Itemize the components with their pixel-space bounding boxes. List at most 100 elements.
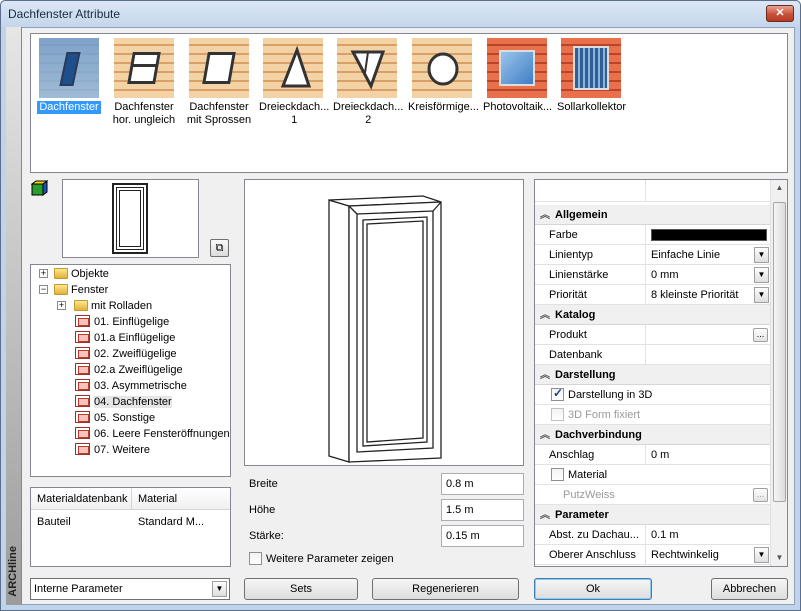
regenerieren-button[interactable]: Regenerieren [372, 578, 519, 600]
scroll-thumb[interactable] [773, 202, 786, 502]
checkbox-disabled[interactable] [551, 408, 564, 421]
property-farbe[interactable]: Farbe [535, 225, 771, 245]
dropdown-arrow-icon[interactable]: ▼ [754, 287, 769, 303]
property-datenbank[interactable]: Datenbank [535, 345, 771, 365]
window-icon [75, 363, 90, 375]
hoehe-input[interactable]: 1.5 m [441, 499, 524, 521]
tree-item-dachfenster[interactable]: 04. Dachfenster [75, 394, 172, 410]
triangle-roof-window-1-icon [263, 38, 323, 98]
category-katalog[interactable]: ︽ Katalog [535, 305, 771, 325]
tree-item-asymmetrische[interactable]: 03. Asymmetrische [75, 378, 187, 394]
collapse-chevron-icon[interactable]: ︽ [540, 366, 550, 381]
gallery-item-mit-sprossen[interactable]: Dachfenster mit Sprossen [183, 38, 255, 127]
collapse-icon[interactable]: − [39, 285, 48, 294]
ok-button[interactable]: Ok [534, 578, 652, 600]
gallery-label: Sollarkollektor [557, 101, 627, 113]
category-allgemein[interactable]: ︽ Allgemein [535, 205, 771, 225]
brand-label: ARCHline [7, 546, 19, 597]
property-putzweiss[interactable]: PutzWeiss ... [535, 485, 771, 505]
dropdown-arrow-icon[interactable]: ▼ [754, 247, 769, 263]
property-prioritaet[interactable]: Priorität 8 kleinste Priorität ▼ [535, 285, 771, 305]
dropdown-arrow-icon[interactable]: ▼ [754, 267, 769, 283]
column-header-material[interactable]: Material [132, 488, 230, 510]
window-icon [75, 347, 90, 359]
staerke-input[interactable]: 0.15 m [441, 525, 524, 547]
property-produkt[interactable]: Produkt ... [535, 325, 771, 345]
property-anschlag[interactable]: Anschlag 0 m [535, 445, 771, 465]
category-dachverbindung[interactable]: ︽ Dachverbindung [535, 425, 771, 445]
ellipsis-button[interactable]: ... [753, 488, 768, 502]
gallery-label: Photovoltaik... [483, 101, 553, 113]
close-icon: ✕ [775, 7, 785, 19]
property-scrollbar[interactable]: ▲ ▼ [770, 180, 787, 566]
expand-icon[interactable]: + [39, 269, 48, 278]
gallery-item-photovoltaik[interactable]: Photovoltaik... [481, 38, 553, 114]
catalog-tree: + Objekte − Fenster + mit Rolladen 01. E… [30, 264, 231, 477]
gallery-label: Dachfenster mit Sprossen [186, 101, 252, 126]
category-darstellung[interactable]: ︽ Darstellung [535, 365, 771, 385]
gallery-item-dreieck-2[interactable]: Dreieckdach... 2 [331, 38, 403, 127]
dropdown-arrow-icon[interactable]: ▼ [212, 581, 227, 597]
ellipsis-button[interactable]: ... [753, 328, 768, 342]
more-params-checkbox[interactable]: Weitere Parameter zeigen [249, 552, 394, 565]
scroll-down-icon[interactable]: ▼ [772, 550, 787, 566]
3d-cube-icon[interactable] [30, 180, 49, 197]
scroll-up-icon[interactable]: ▲ [772, 180, 787, 196]
gallery-item-sollarkollektor[interactable]: Sollarkollektor [555, 38, 627, 114]
property-darstellung-3d[interactable]: Darstellung in 3D [535, 385, 771, 405]
gallery-item-hor-ungleich[interactable]: Dachfenster hor. ungleich [108, 38, 180, 127]
category-parameter[interactable]: ︽ Parameter [535, 505, 771, 525]
color-swatch[interactable] [651, 229, 767, 241]
gallery-item-dachfenster[interactable]: Dachfenster [33, 38, 105, 114]
tree-item-weitere[interactable]: 07. Weitere [75, 442, 150, 458]
property-3d-form-fixiert[interactable]: 3D Form fixiert [535, 405, 771, 425]
property-abstand-dachau[interactable]: Abst. zu Dachau... 0.1 m [535, 525, 771, 545]
circular-roof-window-icon [412, 38, 472, 98]
view-toggle-button[interactable]: ⧉ [210, 239, 229, 257]
3d-preview-viewport[interactable] [244, 179, 524, 466]
breite-label: Breite [249, 478, 278, 490]
roof-window-horizontal-uneven-icon [114, 38, 174, 98]
gallery-label: Dreieckdach... 2 [333, 101, 404, 126]
collapse-chevron-icon[interactable]: ︽ [540, 206, 550, 221]
dropdown-arrow-icon[interactable]: ▼ [754, 547, 769, 563]
gallery-label: Kreisförmige... [408, 101, 479, 113]
property-material[interactable]: Material [535, 465, 771, 485]
tree-item-einfluegelige-a[interactable]: 01.a Einflügelige [75, 330, 175, 346]
sets-button[interactable]: Sets [244, 578, 358, 600]
parameter-source-select[interactable]: Interne Parameter ▼ [30, 578, 230, 600]
tree-item-einfluegelige[interactable]: 01. Einflügelige [75, 314, 169, 330]
property-linientyp[interactable]: Linientyp Einfache Linie ▼ [535, 245, 771, 265]
collapse-chevron-icon[interactable]: ︽ [540, 506, 550, 521]
property-oberer-anschluss[interactable]: Oberer Anschluss Rechtwinkelig ▼ [535, 545, 771, 565]
tree-item-zweifluegelige[interactable]: 02. Zweiflügelige [75, 346, 177, 362]
photovoltaic-panel-icon [487, 38, 547, 98]
gallery-item-dreieck-1[interactable]: Dreieckdach... 1 [257, 38, 329, 127]
window-icon [75, 331, 90, 343]
hoehe-label: Höhe [249, 504, 276, 516]
gallery-item-kreisfoermig[interactable]: Kreisförmige... [406, 38, 479, 114]
column-header-materialdatenbank[interactable]: Materialdatenbank [31, 488, 132, 510]
table-cell[interactable]: Standard M... [132, 513, 230, 531]
gallery-label: Dachfenster hor. ungleich [112, 101, 176, 126]
gallery-label: Dachfenster [37, 101, 101, 114]
cancel-button[interactable]: Abbrechen [711, 578, 788, 600]
collapse-chevron-icon[interactable]: ︽ [540, 426, 550, 441]
table-cell[interactable]: Bauteil [31, 513, 131, 531]
roof-window-icon [39, 38, 99, 98]
window-icon [75, 395, 90, 407]
breite-input[interactable]: 0.8 m [441, 473, 524, 495]
title-bar[interactable]: Dachfenster Attribute ✕ [1, 1, 800, 27]
tree-item-sonstige[interactable]: 05. Sonstige [75, 410, 155, 426]
window-icon [75, 411, 90, 423]
close-button[interactable]: ✕ [766, 5, 794, 22]
collapse-chevron-icon[interactable]: ︽ [540, 306, 550, 321]
checkbox-box[interactable] [551, 468, 564, 481]
property-linienstaerke[interactable]: Linienstärke 0 mm ▼ [535, 265, 771, 285]
expand-icon[interactable]: + [57, 301, 66, 310]
checkbox-checked[interactable] [551, 386, 564, 401]
color-swatch-field[interactable] [647, 225, 771, 245]
tree-item-zweifluegelige-a[interactable]: 02.a Zweiflügelige [75, 362, 183, 378]
checkbox-box[interactable] [249, 552, 262, 565]
tree-item-leere-fensteroeffnungen[interactable]: 06. Leere Fensteröffnungen [75, 426, 230, 442]
